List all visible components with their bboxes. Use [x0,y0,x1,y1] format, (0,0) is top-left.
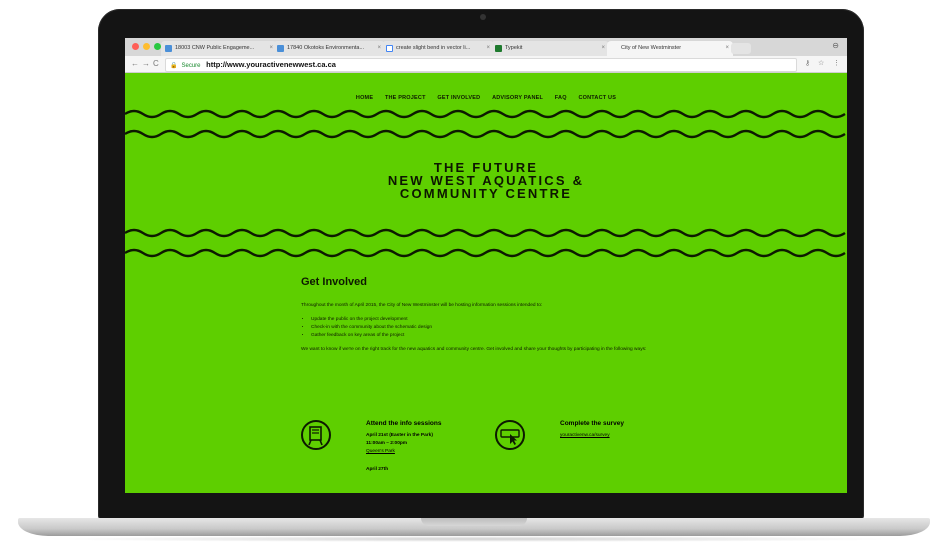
browser-tab-2[interactable]: 17840 Okotoks Environmenta... × [273,41,385,56]
session-date: April 27th [366,467,389,472]
close-tab-icon[interactable]: × [486,41,490,56]
window-controls [132,43,161,50]
survey-title: Complete the survey [560,420,624,427]
session-date: April 21st (Easter in the Park) [366,433,433,438]
reload-icon[interactable]: C [153,59,159,68]
tab-label: 18003 CNW Public Engageme... [175,45,255,51]
survey-block: Complete the survey youractivenw.ca/surv… [495,420,685,480]
nav-advisory-panel[interactable]: ADVISORY PANEL [492,95,543,101]
tab-favicon-icon [165,45,172,52]
section-title: Get Involved [301,276,368,288]
camera [480,14,486,20]
session-location-link[interactable]: Queen's Park [366,448,496,456]
browser-tab-bar: 18003 CNW Public Engageme... × 17840 Oko… [125,38,847,56]
secure-label: Secure [181,63,201,69]
maximize-window-button[interactable] [154,43,161,50]
survey-cursor-icon [495,420,525,450]
wave-divider [125,129,846,139]
nav-faq[interactable]: FAQ [555,95,567,101]
browser-toolbar: ← → C 🔒 Secure http://www.youractivenewwe… [125,56,847,73]
google-favicon-icon [386,45,393,52]
wave-divider [125,248,846,258]
tab-favicon-icon [277,45,284,52]
browser-tab-3[interactable]: create slight bend in vector li... × [382,41,494,56]
hero-line-3: COMMUNITY CENTRE [399,186,573,201]
close-tab-icon[interactable]: × [377,41,381,56]
session-time: 11:00am – 2:00pm [366,441,408,446]
web-page: HOME THE PROJECT GET INVOLVED ADVISORY P… [125,73,847,493]
wave-divider [125,109,846,119]
tab-label: 17840 Okotoks Environmenta... [287,45,365,51]
lock-icon: 🔒 [170,63,178,69]
browser-tab-active[interactable]: City of New Westminster × [607,41,733,56]
key-icon[interactable]: ⚷ [805,59,810,67]
bullet-list: Update the public on the project develop… [301,316,681,340]
cta-text: We want to know if we're on the right tr… [301,347,647,352]
nav-get-involved[interactable]: GET INVOLVED [437,95,480,101]
get-involved-section: Get Involved Throughout the month of Apr… [301,276,681,354]
tab-label: City of New Westminster [621,45,682,51]
nav-the-project[interactable]: THE PROJECT [385,95,426,101]
browser-tab-4[interactable]: Typekit × [491,41,609,56]
laptop-mockup: 18003 CNW Public Engageme... × 17840 Oko… [0,0,949,549]
nav-home[interactable]: HOME [356,95,373,101]
address-bar[interactable]: 🔒 Secure http://www.youractivenewwest.ca.… [165,58,797,72]
list-item: Gather feedback on key areas of the proj… [311,332,681,340]
back-arrow-icon[interactable]: ← [131,59,139,68]
typekit-favicon-icon [495,45,502,52]
site-nav: HOME THE PROJECT GET INVOLVED ADVISORY P… [125,95,847,101]
list-item: Check-in with the community about the sc… [311,324,681,332]
info-sessions-title: Attend the info sessions [366,420,442,427]
laptop-notch [421,518,527,526]
bookmark-star-icon[interactable]: ☆ [818,59,824,67]
list-item: Update the public on the project develop… [311,316,681,324]
hero-title: THE FUTURE NEW WEST AQUATICS & COMMUNITY… [125,161,847,200]
tab-label: create slight bend in vector li... [396,45,471,51]
laptop-screen: 18003 CNW Public Engageme... × 17840 Oko… [125,38,847,493]
forward-arrow-icon[interactable]: → [142,59,150,68]
close-tab-icon[interactable]: × [601,41,605,56]
tab-label: Typekit [505,45,523,51]
new-tab-button[interactable] [731,43,751,54]
menu-icon[interactable]: ⋮ [833,59,840,67]
close-window-button[interactable] [132,43,139,50]
info-sessions-block: Attend the info sessions April 21st (Eas… [301,420,491,493]
close-tab-icon[interactable]: × [725,41,729,56]
wave-divider [125,228,846,238]
browser-tab-1[interactable]: 18003 CNW Public Engageme... × [161,41,277,56]
laptop-shadow [40,536,910,542]
nav-contact-us[interactable]: CONTACT US [578,95,616,101]
intro-text: Throughout the month of April 2015, the … [301,303,543,308]
minimize-window-button[interactable] [143,43,150,50]
survey-link[interactable]: youractivenw.ca/survey [560,432,690,440]
profile-icon[interactable]: ⊖ [832,41,839,50]
calendar-icon [301,420,331,450]
url-text: http://www.youractivenewwest.ca.ca [206,60,336,69]
